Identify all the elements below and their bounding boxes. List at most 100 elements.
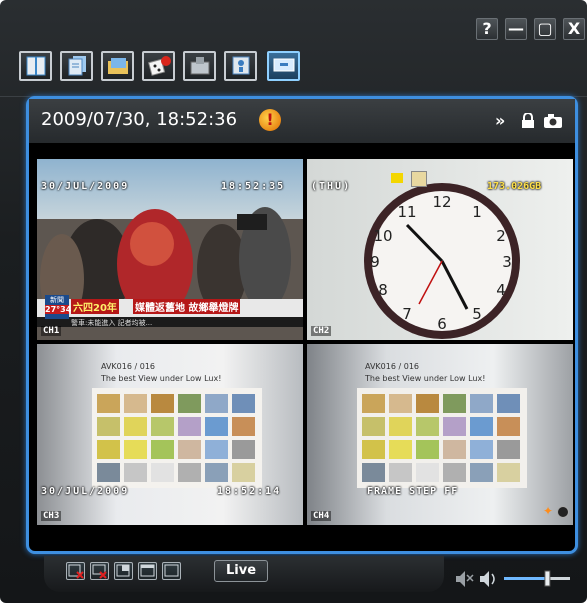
volume-knob [544, 570, 551, 587]
records-button[interactable] [60, 51, 93, 81]
ch4-record-icon [557, 506, 569, 518]
svg-text:5: 5 [472, 305, 482, 323]
color-chip [232, 440, 255, 459]
ch3-osd-date: 30/JUL/2009 [41, 486, 130, 497]
ch4-chart-text2: The best View under Low Lux! [365, 374, 486, 383]
color-chip [443, 417, 466, 436]
ch4-chart-text1: AVK016 / 016 [365, 362, 419, 371]
ch2-osd-day: (THU) [311, 181, 352, 192]
color-chip [97, 440, 120, 459]
lock-icon[interactable] [520, 113, 536, 129]
svg-text:4: 4 [496, 281, 506, 299]
layout-pip-button[interactable] [114, 562, 133, 580]
color-chip [151, 417, 174, 436]
color-chip [389, 417, 412, 436]
double-chevron-icon[interactable]: » [495, 111, 505, 130]
color-chip [497, 417, 520, 436]
ch2-record-indicator-icon [411, 171, 427, 187]
network-button[interactable] [142, 51, 175, 81]
maximize-button[interactable]: ▢ [534, 18, 556, 40]
color-chip [497, 463, 520, 482]
color-chip [362, 417, 385, 436]
playback-button[interactable] [224, 51, 257, 81]
live-view-panel: 2009/07/30, 18:52:36 ! » 30/JUL/2009 18:… [26, 96, 578, 554]
window-icon [164, 564, 179, 577]
color-chip [178, 440, 201, 459]
volume-graphics [456, 570, 570, 587]
backup-button[interactable] [183, 51, 216, 81]
layout-toolbar: Live [44, 556, 444, 592]
ch1-osd-time: 18:52:35 [221, 181, 286, 192]
ch1-news-corner-label: 新聞 [50, 296, 64, 304]
help-button[interactable]: ? [476, 18, 498, 40]
svg-text:6: 6 [437, 315, 447, 333]
svg-text:9: 9 [370, 253, 380, 271]
grid-close-icon [68, 564, 84, 579]
channel-1-view[interactable]: 30/JUL/2009 18:52:35 新聞 27°34 六四20年 媒體返舊… [37, 159, 303, 340]
schedule-button[interactable] [101, 51, 134, 81]
color-chip [470, 394, 493, 413]
ch4-label: CH4 [311, 511, 332, 521]
svg-text:11: 11 [397, 203, 416, 221]
color-chip [362, 463, 385, 482]
color-chip [497, 394, 520, 413]
volume-control [454, 568, 576, 590]
ch4-motion-icon: ✦ [543, 504, 554, 518]
ch4-osd-mode: FRAME STEP FF [367, 486, 459, 497]
panel-header: 2009/07/30, 18:52:36 ! » [29, 99, 575, 143]
color-chip [97, 463, 120, 482]
layout-sequence-button[interactable] [162, 562, 181, 580]
ch1-news-tag: 六四20年 [71, 299, 119, 314]
layout-full-button[interactable] [138, 562, 157, 580]
ch3-color-chart [92, 388, 262, 488]
camera-icon[interactable] [543, 113, 563, 129]
svg-text:10: 10 [373, 227, 392, 245]
color-chip [416, 417, 439, 436]
color-chip [178, 417, 201, 436]
ch3-label: CH3 [41, 511, 62, 521]
color-chip [232, 463, 255, 482]
channel-2-view[interactable]: 12 1 2 3 45 6 78 9 10 11 (THU) 173.026GB CH2 [307, 159, 573, 340]
svg-text:3: 3 [502, 253, 512, 271]
color-chip [470, 463, 493, 482]
layout-single-close-button[interactable] [90, 562, 109, 580]
color-chip [416, 463, 439, 482]
color-chip [443, 394, 466, 413]
live-button[interactable]: Live [214, 560, 268, 582]
color-chip [124, 417, 147, 436]
color-chip [232, 394, 255, 413]
color-chip [151, 463, 174, 482]
ch1-weather-box: 新聞 27°34 [45, 295, 71, 319]
ch2-hdd-status: 173.026GB [487, 181, 542, 192]
ch3-chart-text2: The best View under Low Lux! [101, 374, 222, 383]
color-chip [151, 440, 174, 459]
live-view-button[interactable] [267, 51, 300, 81]
color-chip [97, 417, 120, 436]
color-chip [443, 463, 466, 482]
color-chip [497, 440, 520, 459]
close-button[interactable]: X [563, 18, 585, 40]
color-chip [470, 417, 493, 436]
color-chip [124, 440, 147, 459]
info-button[interactable] [19, 51, 52, 81]
color-chip [151, 394, 174, 413]
color-chip [389, 394, 412, 413]
ch1-label: CH1 [41, 326, 62, 336]
dvr-window: ? — ▢ X 2009/07/30, 18:52:36 ! » 30/JUL/… [0, 0, 587, 603]
channel-4-view[interactable]: AVK016 / 016 The best View under Low Lux… [307, 344, 573, 525]
date-time-display: 2009/07/30, 18:52:36 [41, 109, 238, 130]
mute-icon [456, 571, 474, 587]
speaker-icon [480, 571, 495, 587]
minimize-button[interactable]: — [505, 18, 527, 40]
layout-quad-close-button[interactable] [66, 562, 85, 580]
svg-text:2: 2 [496, 227, 506, 245]
ch4-color-chart [357, 388, 527, 488]
color-chip [362, 440, 385, 459]
svg-text:7: 7 [402, 305, 412, 323]
channel-3-view[interactable]: AVK016 / 016 The best View under Low Lux… [37, 344, 303, 525]
color-chip [205, 417, 228, 436]
color-chip [232, 417, 255, 436]
alert-icon[interactable]: ! [259, 109, 281, 131]
pip-icon [116, 564, 130, 577]
color-chip [178, 463, 201, 482]
